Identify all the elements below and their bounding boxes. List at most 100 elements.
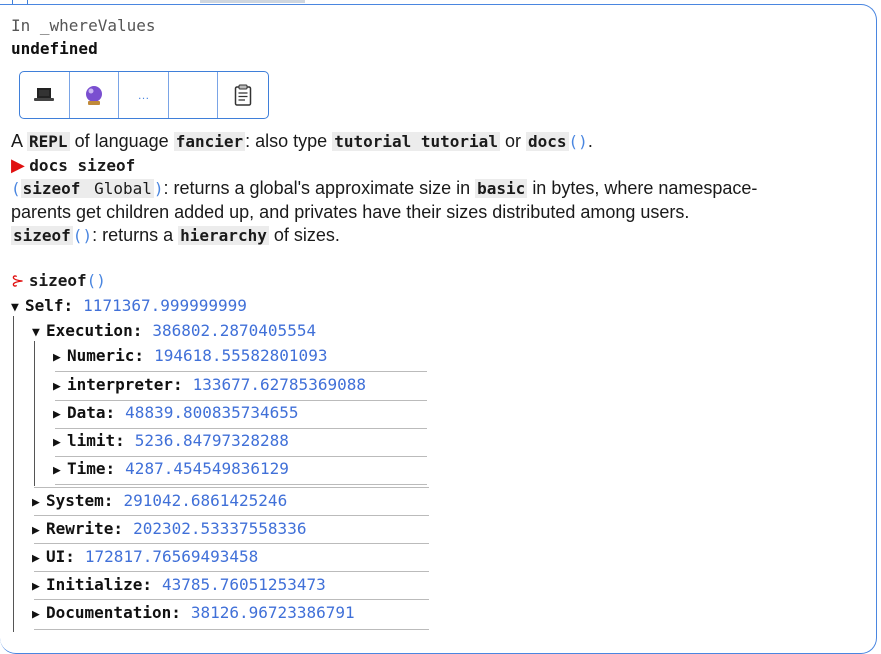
collapsed-triangle-icon[interactable]: ▶	[53, 379, 67, 394]
tree-value: 194618.55582801093	[154, 346, 328, 365]
intro-line: A REPL of language fancier: also type tu…	[11, 131, 593, 152]
docs-paren-open: (	[568, 132, 579, 151]
tree-value: 48839.800835734655	[125, 403, 299, 422]
collapsed-triangle-icon[interactable]: ▶	[53, 435, 67, 450]
docs-command-line: ▶ docs sizeof	[11, 155, 135, 176]
collapsed-triangle-icon[interactable]: ▶	[53, 407, 67, 422]
tree-key: System:	[46, 491, 114, 510]
tree-row-execution-child[interactable]: ▶ Data: 48839.800835734655	[53, 403, 299, 422]
docs-command-text[interactable]: docs sizeof	[29, 156, 135, 175]
tree-value: 4287.454549836129	[125, 459, 289, 478]
blank-button[interactable]	[169, 72, 219, 118]
tree-row-separator	[34, 629, 429, 630]
docs-line-1: (sizeof Global): returns a global's appr…	[11, 178, 757, 199]
hierarchy-term[interactable]: hierarchy	[178, 226, 269, 245]
tree-value: 43785.76051253473	[161, 575, 326, 594]
laptop-icon	[34, 88, 55, 101]
more-button[interactable]: …	[119, 72, 169, 118]
tree-row-self[interactable]: ▼ Self: 1171367.999999999	[11, 296, 247, 315]
tree-key: Self:	[25, 296, 74, 315]
tree-row-execution-child[interactable]: ▶ Time: 4287.454549836129	[53, 459, 289, 478]
intro-a: A	[11, 131, 23, 151]
sizeof-paren-close: )	[82, 226, 93, 245]
sizeof-cmd-paren-close: )	[96, 271, 106, 290]
clipboard-icon	[234, 84, 252, 106]
tree-key: Numeric:	[67, 346, 145, 365]
sig-paren-open: (	[11, 179, 21, 198]
sizeof-fn[interactable]: sizeof	[11, 226, 73, 245]
tree-key: interpreter:	[67, 375, 183, 394]
tree-key: Documentation:	[46, 603, 181, 622]
tree-row-self-child[interactable]: ▶ System: 291042.6861425246	[32, 491, 287, 510]
docs-line-2: parents get children added up, and priva…	[11, 202, 690, 222]
tree-value: 172817.76569493458	[84, 547, 259, 566]
tree-guide-self	[13, 316, 14, 632]
tree-value: 291042.6861425246	[123, 491, 288, 510]
docs-line3-b: of sizes.	[273, 225, 340, 245]
intro-also: : also type	[245, 131, 328, 151]
collapsed-triangle-icon[interactable]: ▶	[32, 607, 46, 622]
tree-value: 386802.2870405554	[152, 321, 317, 340]
repl-term[interactable]: REPL	[27, 132, 70, 151]
tree-row-separator	[34, 571, 429, 572]
tutorial-link[interactable]: tutorial tutorial	[332, 132, 500, 151]
tree-key: Rewrite:	[46, 519, 124, 538]
laptop-button[interactable]	[20, 72, 70, 118]
cell-input-label: In _whereValues	[11, 16, 156, 35]
collapsed-triangle-icon[interactable]: ▶	[53, 350, 67, 365]
tree-row-separator	[55, 456, 427, 457]
tree-row-separator	[34, 599, 429, 600]
tree-row-separator	[55, 428, 427, 429]
tree-row-execution-child[interactable]: ▶ limit: 5236.84797328288	[53, 431, 289, 450]
tree-row-separator	[55, 371, 427, 372]
collapsed-triangle-icon[interactable]: ▶	[32, 523, 46, 538]
tree-key: Initialize:	[46, 575, 152, 594]
tree-guide-execution	[34, 341, 35, 486]
clipboard-button[interactable]	[218, 72, 268, 118]
tree-value: 133677.62785369088	[192, 375, 366, 394]
docs-line-3: sizeof (): returns a hierarchy of sizes.	[11, 225, 340, 246]
sizeof-command-fn[interactable]: sizeof	[29, 271, 87, 290]
tree-row-execution[interactable]: ▼ Execution: 386802.2870405554	[32, 321, 316, 340]
prompt-arrow-icon: ▶	[11, 155, 25, 175]
tree-row-separator	[55, 400, 427, 401]
sig-paren-close: )	[153, 179, 164, 198]
docs-link[interactable]: docs	[526, 132, 569, 151]
tree-row-separator	[34, 487, 429, 488]
top-scroll-indicator	[200, 0, 305, 3]
docs-line1-b: in bytes, where namespace-	[532, 178, 758, 198]
cell-toolbar: …	[19, 71, 269, 119]
expanded-triangle-icon[interactable]: ▼	[11, 300, 25, 315]
language-name[interactable]: fancier	[173, 132, 246, 151]
crystal-ball-button[interactable]	[70, 72, 120, 118]
tree-row-execution-child[interactable]: ▶ interpreter: 133677.62785369088	[53, 375, 366, 394]
collapsed-triangle-icon[interactable]: ▶	[53, 463, 67, 478]
sig-arg: Global	[82, 179, 154, 198]
tree-row-execution-child[interactable]: ▶ Numeric: 194618.55582801093	[53, 346, 327, 365]
tree-row-self-child[interactable]: ▶ Documentation: 38126.96723386791	[32, 603, 355, 622]
docs-line3-a: : returns a	[92, 225, 174, 245]
tree-value: 1171367.999999999	[83, 296, 247, 315]
intro-period: .	[587, 131, 593, 151]
crystal-ball-icon	[85, 86, 102, 105]
sizeof-cmd-paren-open: (	[86, 271, 97, 290]
tree-key: Time:	[67, 459, 116, 478]
ellipsis-icon: …	[137, 88, 150, 102]
prompt-chevron-icon: ⊱	[11, 271, 25, 290]
tree-row-self-child[interactable]: ▶ UI: 172817.76569493458	[32, 547, 258, 566]
sig-fn[interactable]: sizeof	[20, 179, 83, 198]
sizeof-paren-open: (	[72, 226, 83, 245]
tree-key: Execution:	[46, 321, 143, 340]
tree-row-self-child[interactable]: ▶ Rewrite: 202302.53337558336	[32, 519, 306, 538]
expanded-triangle-icon[interactable]: ▼	[32, 325, 46, 340]
basic-term[interactable]: basic	[475, 179, 528, 198]
docs-line1-a: : returns a global's approximate size in	[163, 178, 471, 198]
collapsed-triangle-icon[interactable]: ▶	[32, 495, 46, 510]
tree-key: UI:	[46, 547, 75, 566]
tree-value: 38126.96723386791	[190, 603, 355, 622]
tree-row-self-child[interactable]: ▶ Initialize: 43785.76051253473	[32, 575, 326, 594]
collapsed-triangle-icon[interactable]: ▶	[32, 551, 46, 566]
collapsed-triangle-icon[interactable]: ▶	[32, 579, 46, 594]
tree-key: limit:	[67, 431, 125, 450]
tree-value: 202302.53337558336	[133, 519, 307, 538]
